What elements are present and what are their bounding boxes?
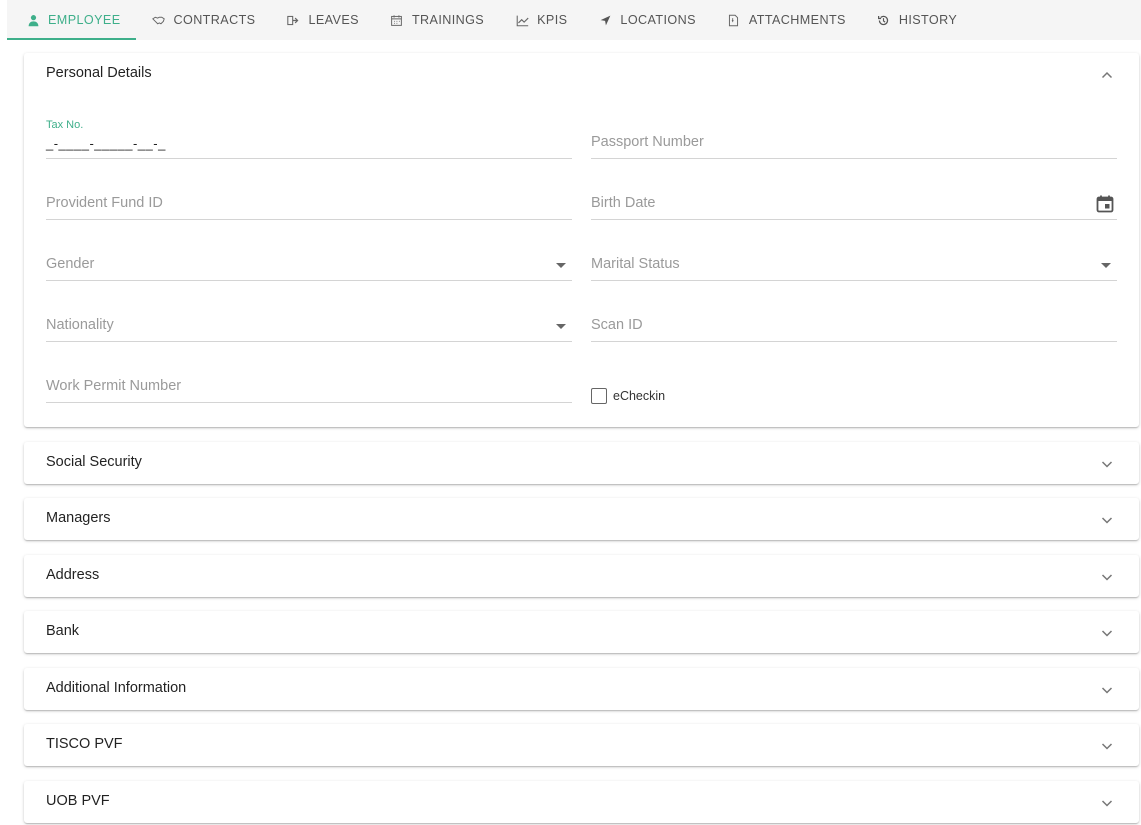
- chevron-down-icon[interactable]: [1101, 626, 1113, 638]
- calendar-icon: [389, 12, 405, 28]
- tab-label: LEAVES: [308, 13, 359, 27]
- tab-leaves[interactable]: LEAVES: [270, 0, 373, 40]
- panel-title: Personal Details: [46, 65, 152, 81]
- line-chart-icon: [514, 12, 530, 28]
- section-uob-pvf[interactable]: UOB PVF: [24, 781, 1139, 823]
- section-header[interactable]: Bank: [24, 611, 1139, 653]
- tab-history[interactable]: HISTORY: [861, 0, 972, 40]
- provident-fund-id-field[interactable]: Provident Fund ID: [46, 180, 572, 220]
- tab-trainings[interactable]: TRAININGS: [374, 0, 499, 40]
- panel-title: Managers: [46, 510, 111, 526]
- history-icon: [876, 12, 892, 28]
- panel-title: UOB PVF: [46, 793, 110, 809]
- marital-status-select[interactable]: Marital Status: [591, 241, 1117, 281]
- personal-details-header[interactable]: Personal Details: [24, 53, 1139, 95]
- panel-title: Additional Information: [46, 680, 187, 696]
- section-header[interactable]: UOB PVF: [24, 781, 1139, 823]
- tax-no-label: Tax No.: [46, 119, 84, 131]
- calendar-icon[interactable]: [1095, 194, 1115, 214]
- tab-label: CONTRACTS: [173, 13, 256, 27]
- checkbox-box[interactable]: [591, 388, 607, 404]
- tab-attachments[interactable]: ATTACHMENTS: [711, 0, 861, 40]
- gender-select[interactable]: Gender: [46, 241, 572, 281]
- tab-label: EMPLOYEE: [48, 13, 121, 27]
- scan-id-placeholder: Scan ID: [591, 317, 643, 333]
- section-header[interactable]: TISCO PVF: [24, 724, 1139, 766]
- tab-kpis[interactable]: KPIS: [499, 0, 582, 40]
- birth-date-placeholder: Birth Date: [591, 195, 656, 211]
- chevron-down-icon[interactable]: [1101, 570, 1113, 582]
- chevron-down-icon[interactable]: [1101, 796, 1113, 808]
- nationality-placeholder: Nationality: [46, 317, 114, 333]
- chevron-down-icon[interactable]: [1101, 683, 1113, 695]
- handshake-icon: [151, 12, 167, 28]
- tab-label: KPIS: [537, 13, 568, 27]
- tab-label: LOCATIONS: [620, 13, 696, 27]
- chevron-down-icon[interactable]: [1101, 739, 1113, 751]
- section-bank[interactable]: Bank: [24, 611, 1139, 653]
- section-header[interactable]: Managers: [24, 498, 1139, 540]
- personal-details-panel: Personal Details Tax No. _-____-_____-__…: [24, 53, 1139, 427]
- echeckin-checkbox[interactable]: eCheckin: [591, 388, 665, 404]
- tab-employee[interactable]: EMPLOYEE: [7, 0, 136, 40]
- caret-down-icon: [1101, 263, 1111, 268]
- tax-no-value: _-____-_____-__-_: [46, 136, 166, 151]
- nationality-select[interactable]: Nationality: [46, 302, 572, 342]
- tax-no-field[interactable]: Tax No. _-____-_____-__-_: [46, 119, 572, 159]
- chevron-down-icon[interactable]: [1101, 457, 1113, 469]
- work-permit-number-field[interactable]: Work Permit Number: [46, 363, 572, 403]
- caret-down-icon: [556, 263, 566, 268]
- birth-date-field[interactable]: Birth Date: [591, 180, 1117, 220]
- provident-fund-id-placeholder: Provident Fund ID: [46, 195, 163, 211]
- passport-number-placeholder: Passport Number: [591, 134, 704, 150]
- panel-title: Social Security: [46, 454, 142, 470]
- tab-bar: EMPLOYEE CONTRACTS LEAVES TRAININGS KPIS…: [7, 0, 1141, 40]
- file-icon: [726, 12, 742, 28]
- panel-title: Address: [46, 567, 100, 583]
- gender-placeholder: Gender: [46, 256, 95, 272]
- tab-label: ATTACHMENTS: [748, 13, 846, 27]
- tab-label: TRAININGS: [411, 13, 485, 27]
- echeckin-label: eCheckin: [613, 389, 666, 403]
- section-header[interactable]: Social Security: [24, 442, 1139, 484]
- panel-title: Bank: [46, 623, 80, 639]
- tab-label: HISTORY: [898, 13, 958, 27]
- section-managers[interactable]: Managers: [24, 498, 1139, 540]
- marital-status-placeholder: Marital Status: [591, 256, 680, 272]
- tab-contracts[interactable]: CONTRACTS: [136, 0, 271, 40]
- work-permit-number-placeholder: Work Permit Number: [46, 378, 182, 394]
- chevron-up-icon[interactable]: [1101, 68, 1113, 80]
- section-additional-information[interactable]: Additional Information: [24, 668, 1139, 710]
- section-social-security[interactable]: Social Security: [24, 442, 1139, 484]
- caret-down-icon: [556, 324, 566, 329]
- tab-locations[interactable]: LOCATIONS: [582, 0, 710, 40]
- panel-title: TISCO PVF: [46, 736, 123, 752]
- sign-out-icon: [285, 12, 301, 28]
- section-tisco-pvf[interactable]: TISCO PVF: [24, 724, 1139, 766]
- section-address[interactable]: Address: [24, 555, 1139, 597]
- passport-number-field[interactable]: Passport Number: [591, 119, 1117, 159]
- scan-id-field[interactable]: Scan ID: [591, 302, 1117, 342]
- person-icon: [25, 12, 41, 28]
- section-header[interactable]: Address: [24, 555, 1139, 597]
- location-arrow-icon: [597, 12, 613, 28]
- section-header[interactable]: Additional Information: [24, 668, 1139, 710]
- chevron-down-icon[interactable]: [1101, 513, 1113, 525]
